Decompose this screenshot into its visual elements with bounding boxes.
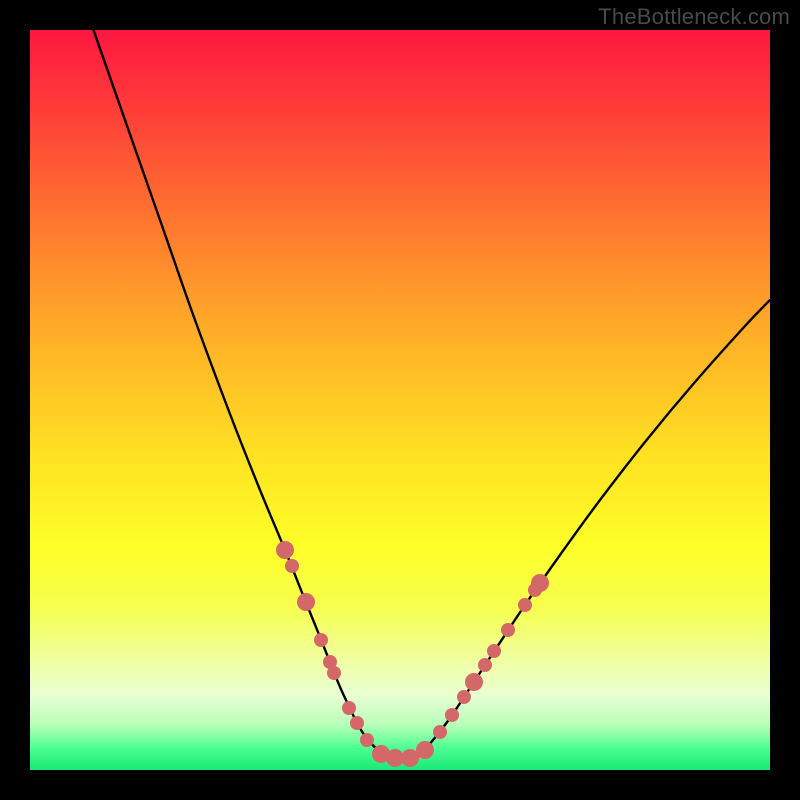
plot-area bbox=[30, 30, 770, 770]
marker-dot bbox=[457, 690, 471, 704]
marker-dot bbox=[360, 733, 374, 747]
marker-dot bbox=[416, 741, 434, 759]
marker-dot bbox=[478, 658, 492, 672]
marker-dot bbox=[445, 708, 459, 722]
marker-dot bbox=[433, 725, 447, 739]
marker-dot bbox=[465, 673, 483, 691]
watermark-text: TheBottleneck.com bbox=[598, 4, 790, 30]
marker-dot bbox=[327, 666, 341, 680]
marker-dot bbox=[501, 623, 515, 637]
marker-dot bbox=[285, 559, 299, 573]
marker-dot bbox=[276, 541, 294, 559]
marker-dot bbox=[342, 701, 356, 715]
marker-dot bbox=[297, 593, 315, 611]
highlight-dots bbox=[276, 541, 549, 767]
bottleneck-curve bbox=[90, 30, 770, 761]
curve-svg bbox=[30, 30, 770, 770]
marker-dot bbox=[518, 598, 532, 612]
marker-dot bbox=[314, 633, 328, 647]
marker-dot bbox=[350, 716, 364, 730]
marker-dot bbox=[487, 644, 501, 658]
chart-frame: TheBottleneck.com bbox=[0, 0, 800, 800]
marker-dot bbox=[531, 574, 549, 592]
